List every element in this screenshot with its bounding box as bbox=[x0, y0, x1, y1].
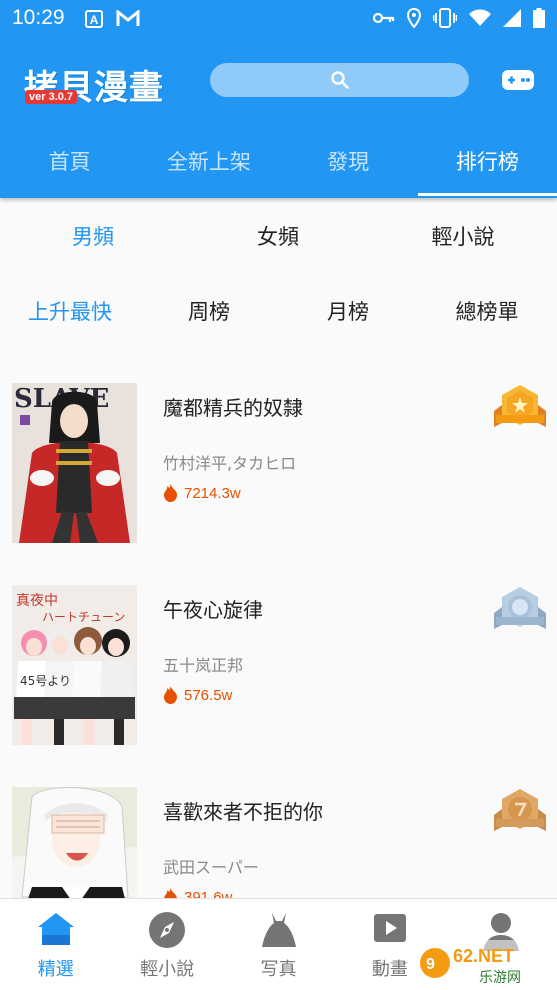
text-a-icon: A bbox=[84, 8, 104, 30]
nav-featured[interactable]: 精選 bbox=[0, 899, 111, 990]
battery-icon bbox=[533, 8, 545, 28]
gmail-icon bbox=[116, 8, 140, 30]
manga-author: 武田スーパー bbox=[163, 858, 259, 877]
dress-icon bbox=[261, 913, 296, 947]
tab-home[interactable]: 首頁 bbox=[0, 138, 139, 198]
nav-photo[interactable]: 写真 bbox=[223, 899, 334, 990]
popularity-value: 391.6w bbox=[184, 888, 233, 899]
tab-all-time[interactable]: 總榜單 bbox=[456, 290, 519, 334]
location-icon bbox=[407, 8, 421, 28]
app-header: 拷貝漫畫 ver 3.0.7 首頁 全新上架 發現 排行榜 bbox=[0, 38, 557, 198]
manga-title[interactable]: 喜歡來者不拒的你 bbox=[163, 796, 323, 825]
manga-cover[interactable]: 真夜中 ハートチューン 45号より bbox=[12, 585, 137, 745]
popularity: 576.5w bbox=[163, 686, 232, 704]
rank-item[interactable]: 真夜中 ハートチューン 45号より 午夜心旋律 五十岚正邦 576.5w bbox=[0, 582, 557, 745]
nav-label: 写真 bbox=[260, 959, 297, 980]
compass-icon bbox=[149, 912, 186, 948]
watermark-logo: 9 62.NET 乐游网 bbox=[417, 940, 551, 986]
status-time: 10:29 bbox=[12, 6, 65, 29]
gold-medal-icon bbox=[494, 385, 546, 427]
version-badge: ver 3.0.7 bbox=[25, 90, 78, 104]
svg-text:A: A bbox=[90, 13, 99, 27]
svg-text:9: 9 bbox=[426, 956, 435, 973]
tab-discover[interactable]: 發現 bbox=[279, 138, 418, 198]
wifi-icon bbox=[469, 9, 491, 26]
play-icon bbox=[373, 914, 406, 942]
svg-text:ハートチューン: ハートチューン bbox=[42, 610, 125, 624]
tab-female[interactable]: 女頻 bbox=[257, 215, 299, 259]
silver-medal-icon bbox=[494, 587, 546, 629]
status-bar: 10:29 A bbox=[0, 0, 557, 38]
home-icon bbox=[37, 913, 74, 945]
popularity: 391.6w bbox=[163, 888, 232, 898]
rank-item[interactable]: 喜歡來者不拒的你 武田スーパー 391.6w bbox=[0, 784, 557, 898]
svg-text:45号より: 45号より bbox=[20, 674, 71, 688]
fire-icon bbox=[164, 686, 177, 704]
tab-new[interactable]: 全新上架 bbox=[139, 138, 278, 198]
gender-tabs: 男頻 女頻 輕小說 bbox=[0, 215, 557, 259]
manga-cover[interactable] bbox=[12, 787, 137, 898]
svg-text:62.NET: 62.NET bbox=[453, 946, 514, 966]
vibrate-icon bbox=[433, 8, 457, 28]
svg-text:乐游网: 乐游网 bbox=[479, 970, 521, 986]
tab-rising-fastest[interactable]: 上升最快 bbox=[28, 290, 112, 334]
search-icon bbox=[330, 71, 349, 89]
gamepad-icon[interactable] bbox=[501, 69, 535, 91]
key-icon bbox=[373, 12, 395, 24]
bronze-medal-icon bbox=[494, 789, 546, 831]
manga-cover[interactable]: SLAVE bbox=[12, 383, 137, 543]
nav-label: 輕小說 bbox=[140, 959, 195, 980]
search-bar[interactable] bbox=[210, 63, 469, 97]
fire-icon bbox=[164, 888, 177, 898]
tab-ranking[interactable]: 排行榜 bbox=[417, 138, 557, 198]
tab-weekly[interactable]: 周榜 bbox=[188, 290, 230, 334]
signal-icon bbox=[503, 9, 521, 27]
tab-monthly[interactable]: 月榜 bbox=[327, 290, 369, 334]
period-tabs: 上升最快 周榜 月榜 總榜單 bbox=[0, 290, 557, 334]
manga-author: 五十岚正邦 bbox=[163, 656, 244, 675]
manga-title[interactable]: 魔都精兵的奴隸 bbox=[163, 392, 303, 421]
nav-light-novel[interactable]: 輕小說 bbox=[111, 899, 222, 990]
svg-text:真夜中: 真夜中 bbox=[16, 593, 58, 609]
popularity-value: 7214.3w bbox=[184, 484, 241, 502]
popularity-value: 576.5w bbox=[184, 686, 233, 704]
nav-label: 精選 bbox=[37, 959, 74, 980]
tab-light-novel[interactable]: 輕小說 bbox=[432, 215, 495, 259]
tab-male[interactable]: 男頻 bbox=[72, 215, 114, 259]
fire-icon bbox=[164, 484, 177, 502]
rank-item[interactable]: SLAVE 魔都精兵的奴隸 竹村洋平,タカヒロ 7214.3w bbox=[0, 380, 557, 543]
rank-list: SLAVE 魔都精兵的奴隸 竹村洋平,タカヒロ 7214.3w bbox=[0, 380, 557, 898]
popularity: 7214.3w bbox=[163, 484, 241, 502]
manga-title[interactable]: 午夜心旋律 bbox=[163, 594, 263, 623]
system-tray bbox=[373, 8, 545, 28]
manga-author: 竹村洋平,タカヒロ bbox=[163, 454, 297, 473]
main-tabs: 首頁 全新上架 發現 排行榜 bbox=[0, 138, 557, 198]
